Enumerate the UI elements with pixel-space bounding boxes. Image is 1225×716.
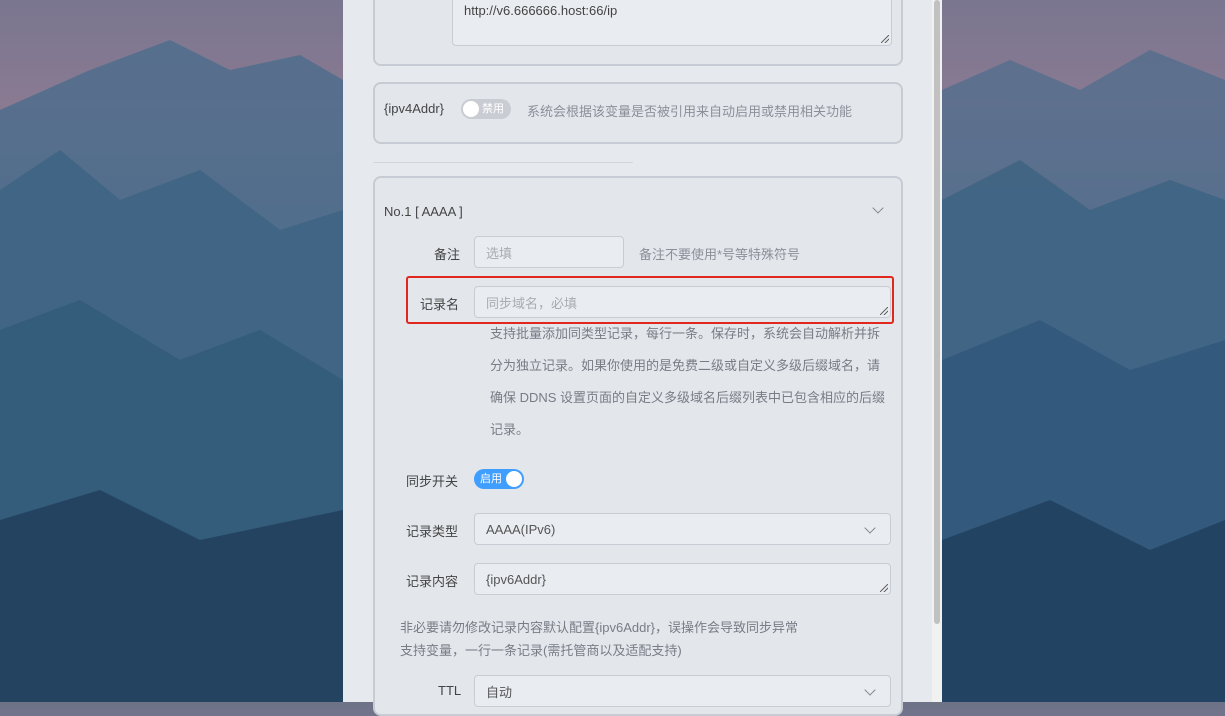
remark-placeholder: 选填	[486, 245, 513, 261]
callback-url-value: http://v6.666666.host:66/ip	[464, 3, 618, 18]
chevron-down-icon	[864, 522, 876, 534]
toggle-knob	[463, 101, 479, 117]
description-line: 记录。	[490, 422, 530, 437]
remark-input[interactable]: 选填	[474, 236, 624, 268]
record-content-label: 记录内容	[406, 574, 459, 589]
ipv4-variable-hint: 系统会根据该变量是否被引用来自动启用或禁用相关功能	[527, 104, 853, 119]
record-content-note: 支持变量，一行一条记录(需托管商以及适配支持)	[400, 643, 682, 658]
resize-grip-icon[interactable]	[880, 584, 888, 592]
resize-grip-icon[interactable]	[881, 35, 889, 43]
ttl-select[interactable]: 自动	[474, 675, 891, 707]
remark-hint: 备注不要使用*号等特殊符号	[639, 247, 801, 262]
record-type-label: 记录类型	[406, 524, 459, 539]
section-divider	[373, 162, 633, 163]
record-type-value: AAAA(IPv6)	[486, 521, 556, 537]
ipv4-variable-label: {ipv4Addr}	[384, 101, 444, 116]
toggle-knob	[506, 471, 522, 487]
record-header[interactable]: No.1 [ AAAA ]	[384, 204, 463, 219]
sync-switch-label: 同步开关	[406, 474, 459, 489]
sync-toggle-label: 启用	[480, 473, 502, 485]
description-line: 分为独立记录。如果你使用的是免费二级或自定义多级后缀域名，请	[490, 358, 881, 373]
remark-label: 备注	[434, 247, 461, 262]
highlight-box	[406, 276, 894, 324]
ipv4-toggle[interactable]: 禁用	[461, 99, 511, 119]
scrollbar-track[interactable]	[932, 0, 942, 702]
record-type-select[interactable]: AAAA(IPv6)	[474, 513, 891, 545]
ipv4-toggle-label: 禁用	[482, 103, 504, 115]
ttl-value: 自动	[486, 684, 513, 700]
sync-toggle[interactable]: 启用	[474, 469, 524, 489]
callback-url-textarea[interactable]: http://v6.666666.host:66/ip	[452, 0, 892, 46]
scrollbar-thumb[interactable]	[934, 0, 940, 624]
record-content-value: {ipv6Addr}	[486, 571, 546, 587]
description-line: 确保 DDNS 设置页面的自定义多级域名后缀列表中已包含相应的后缀	[490, 390, 886, 405]
record-content-note: 非必要请勿修改记录内容默认配置{ipv6Addr}，误操作会导致同步异常	[400, 620, 798, 635]
ttl-label: TTL	[438, 683, 462, 698]
record-name-description: 支持批量添加同类型记录，每行一条。保存时，系统会自动解析并拆 分为独立记录。如果…	[490, 318, 886, 446]
chevron-down-icon	[864, 684, 876, 696]
record-content-textarea[interactable]: {ipv6Addr}	[474, 563, 891, 595]
